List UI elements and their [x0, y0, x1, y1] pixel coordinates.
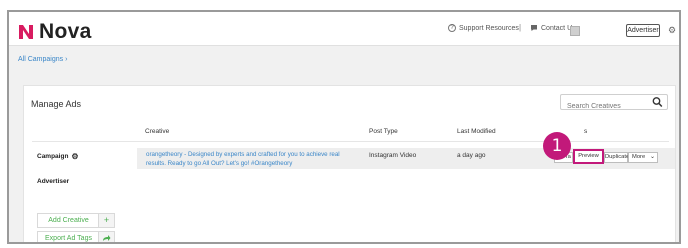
advertiser-button[interactable]: Advertiser — [626, 24, 660, 37]
table-row: orangetheory - Designed by experts and c… — [137, 148, 675, 169]
campaign-label: Campaign ⚙ — [37, 152, 79, 161]
contact-us-link[interactable]: Contact Us — [530, 24, 576, 32]
export-ad-tags-label: Export Ad Tags — [45, 235, 92, 242]
chevron-down-icon: ⌄ — [649, 154, 655, 160]
help-icon: ? — [448, 24, 456, 32]
last-modified-cell: a day ago — [457, 152, 486, 159]
column-header-actions: s — [584, 128, 588, 135]
step-number-badge: 1 — [543, 132, 571, 160]
add-creative-label: Add Creative — [48, 217, 89, 224]
logo-text: Nova — [39, 20, 92, 43]
logo-mark-icon — [19, 25, 33, 39]
search-input[interactable] — [561, 99, 651, 114]
campaign-settings-gear-icon[interactable]: ⚙ — [71, 152, 78, 161]
creative-link[interactable]: orangetheory - Designed by experts and c… — [146, 151, 351, 168]
share-arrow-icon — [98, 232, 114, 242]
more-dropdown[interactable]: More ⌄ — [628, 152, 658, 163]
preview-button[interactable]: Preview — [573, 149, 604, 164]
chat-icon — [531, 25, 537, 31]
breadcrumb[interactable]: All Campaigns › — [18, 56, 67, 63]
support-resources-link[interactable]: ? Support Resources — [448, 24, 519, 32]
column-header-last-modified: Last Modified — [457, 128, 496, 135]
search-icon[interactable] — [652, 96, 663, 108]
app-window: Nova ? Support Resources | Contact Us Ad… — [7, 10, 681, 244]
avatar[interactable] — [570, 26, 580, 36]
export-ad-tags-button[interactable]: Export Ad Tags — [37, 231, 115, 242]
post-type-cell: Instagram Video — [369, 152, 417, 159]
add-creative-button[interactable]: Add Creative + — [37, 213, 115, 228]
campaign-label-text: Campaign — [37, 153, 69, 160]
advertiser-label: Advertiser — [37, 178, 70, 185]
top-bar: Nova ? Support Resources | Contact Us Ad… — [9, 12, 679, 46]
duplicate-button[interactable]: Duplicate — [604, 152, 629, 163]
header-separator: | — [519, 23, 522, 32]
search-creatives-field[interactable] — [560, 94, 668, 114]
support-label: Support Resources — [459, 24, 519, 32]
manage-ads-panel: Manage Ads Creative Post Type Last Modif… — [23, 85, 676, 242]
more-label: More — [632, 154, 646, 160]
plus-icon: + — [98, 214, 114, 227]
column-header-creative: Creative — [145, 128, 170, 135]
header-divider — [32, 141, 669, 142]
logo[interactable]: Nova — [17, 20, 92, 44]
column-header-post-type: Post Type — [369, 128, 398, 135]
page-title: Manage Ads — [31, 99, 82, 109]
settings-gear-icon[interactable]: ⚙ — [668, 25, 676, 36]
